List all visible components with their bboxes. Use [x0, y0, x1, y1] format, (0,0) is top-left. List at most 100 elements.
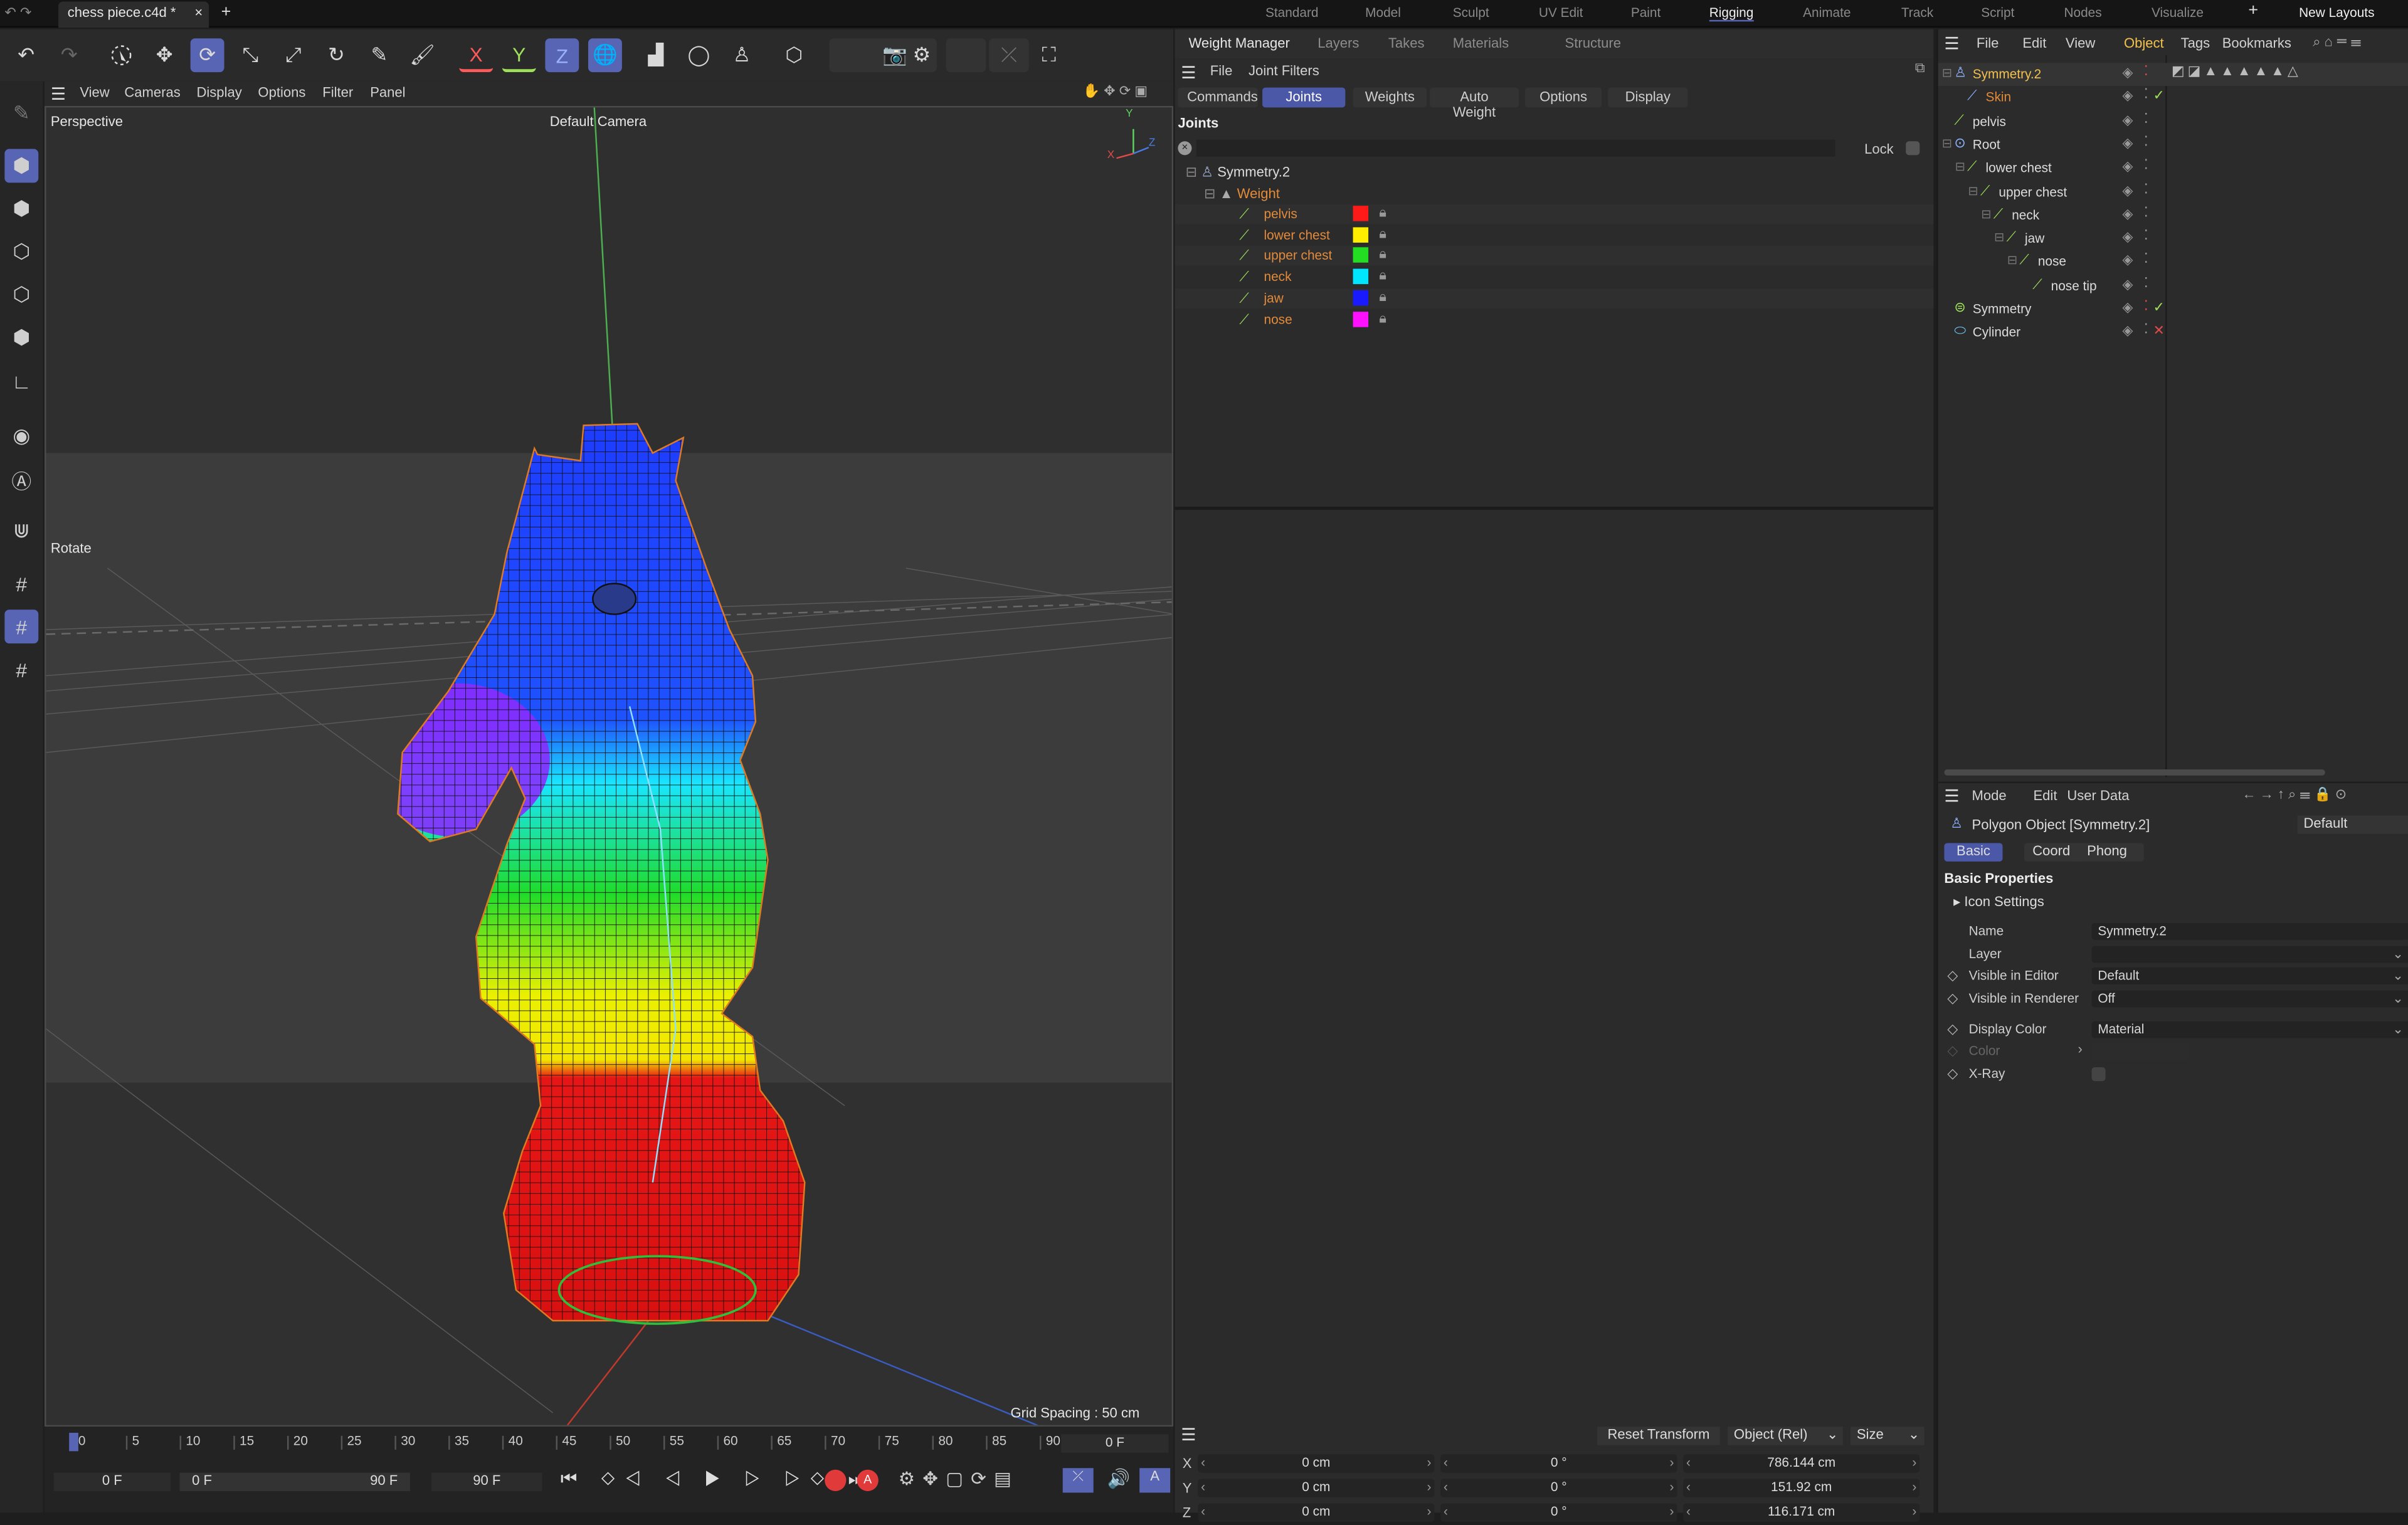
layer-icon[interactable]: ◈: [2123, 276, 2133, 293]
om-menu-item[interactable]: View: [2066, 35, 2095, 50]
keyframe-diamond-icon[interactable]: ◇: [1947, 1066, 1958, 1083]
layout-tab[interactable]: Paint: [1631, 4, 1661, 19]
viewport-menu-icon[interactable]: ☰: [51, 85, 66, 104]
expand-icon[interactable]: ⊟: [1942, 66, 1952, 80]
panel-tab[interactable]: Layers: [1318, 35, 1359, 50]
layout-tab[interactable]: Model: [1365, 4, 1401, 19]
coord-field-rot[interactable]: ‹ 0 ° ›: [1440, 1454, 1677, 1473]
character-icon[interactable]: ♙: [725, 38, 759, 72]
layer-icon[interactable]: ◈: [2123, 253, 2133, 270]
color-field[interactable]: [2091, 1042, 2189, 1060]
layer-icon[interactable]: ◈: [2123, 182, 2133, 199]
viewport-menu-item[interactable]: View: [80, 85, 109, 100]
increment-arrow-icon[interactable]: ›: [1669, 1504, 1674, 1519]
object-row[interactable]: ⟋ Skin ◈ ⁚ ✓: [1938, 87, 2408, 110]
increment-arrow-icon[interactable]: ›: [1427, 1479, 1432, 1494]
range-slider[interactable]: 0 F 90 F: [179, 1472, 410, 1491]
render-view-icon[interactable]: ⤫: [989, 38, 1029, 73]
document-tab[interactable]: chess piece.c4d * ×: [58, 1, 209, 28]
x-axis-lock-button[interactable]: X: [459, 38, 494, 73]
increment-arrow-icon[interactable]: ›: [1912, 1504, 1916, 1519]
object-row[interactable]: ⊟ ⟋ upper chest ◈ ⁚: [1938, 181, 2408, 204]
visibility-dots[interactable]: ⁚: [2144, 63, 2148, 80]
joint-row[interactable]: ⟋ pelvis 🔒︎: [1175, 204, 1934, 224]
joint-color-swatch[interactable]: [1353, 268, 1369, 285]
preset-select[interactable]: Default: [2297, 815, 2408, 834]
coord-field-rot[interactable]: ‹ 0 ° ›: [1440, 1503, 1677, 1522]
transform-tool-icon[interactable]: ⤢: [277, 38, 310, 72]
layout-tab[interactable]: Standard: [1265, 4, 1318, 19]
weight-brush-icon[interactable]: 🖌: [406, 38, 440, 72]
coord-field-pos[interactable]: ‹ 0 cm ›: [1198, 1479, 1435, 1497]
expand-icon[interactable]: ⊟: [1981, 207, 1991, 221]
subtab-display[interactable]: Display: [1608, 87, 1688, 108]
expand-icon[interactable]: ⊟: [1994, 231, 2004, 245]
z-axis-lock-button[interactable]: Z: [545, 38, 579, 73]
3d-viewport[interactable]: Perspective Default Camera Rotate Y X Z …: [45, 105, 1174, 1427]
coord-field-pos[interactable]: ‹ 0 cm ›: [1198, 1454, 1435, 1473]
weight-tag-row[interactable]: ⊟ ▲ Weight: [1204, 186, 1280, 203]
layer-icon[interactable]: ◈: [2123, 300, 2133, 317]
attribute-value[interactable]: ⌄: [2091, 946, 2408, 963]
sphere-icon[interactable]: ◯: [682, 38, 716, 72]
add-layout-icon[interactable]: +: [2248, 1, 2258, 19]
tweak-mode-icon[interactable]: Ⓐ: [4, 462, 38, 496]
joint-row[interactable]: ⟋ lower chest 🔒︎: [1175, 225, 1934, 246]
om-menu-item[interactable]: Object: [2124, 35, 2164, 50]
panel-tab[interactable]: Weight Manager: [1189, 35, 1290, 50]
visibility-dots[interactable]: ⁚: [2144, 322, 2148, 339]
layout-tab[interactable]: Rigging: [1709, 4, 1754, 22]
layer-icon[interactable]: ◈: [2123, 135, 2133, 152]
panel-tab[interactable]: Takes: [1388, 35, 1425, 50]
coordinate-mode-select[interactable]: Object (Rel) ⌄: [1728, 1427, 1843, 1445]
am-menu-item[interactable]: User Data: [2067, 788, 2129, 803]
model-mode-icon[interactable]: ⬢: [4, 149, 39, 183]
decrement-arrow-icon[interactable]: ‹: [1686, 1479, 1691, 1494]
attribute-tab[interactable]: Phong: [2070, 843, 2144, 862]
select-tool-icon[interactable]: [105, 38, 139, 72]
end-frame-field[interactable]: 90 F: [431, 1472, 542, 1491]
om-tools-icons[interactable]: ⌕ ⌂ ⚌ ☰: [2313, 34, 2361, 51]
increment-arrow-icon[interactable]: ›: [1669, 1479, 1674, 1494]
soft-selection-icon[interactable]: ↻: [319, 38, 353, 72]
layout-tab[interactable]: Track: [1901, 4, 1933, 19]
om-menu-item[interactable]: File: [1977, 35, 1999, 50]
timeline-ruler[interactable]: 0 5 10 15 20 25 30 35 40 45 50 55 60 65 70 75 80 85 90: [45, 1430, 1089, 1451]
object-row[interactable]: ⊟ ⟋ jaw ◈ ⁚: [1938, 228, 2408, 251]
layer-icon[interactable]: ◈: [2123, 65, 2133, 82]
color-expand-icon[interactable]: ›: [2078, 1041, 2082, 1056]
tree-root[interactable]: ⊟ ♙ Symmetry.2: [1186, 164, 1291, 181]
joint-row[interactable]: ⟋ neck 🔒︎: [1175, 267, 1934, 288]
subtab-joints[interactable]: Joints: [1262, 87, 1346, 108]
increment-arrow-icon[interactable]: ›: [1912, 1479, 1916, 1494]
decrement-arrow-icon[interactable]: ‹: [1444, 1454, 1448, 1469]
coord-field-size[interactable]: ‹ 786.144 cm ›: [1683, 1454, 1920, 1473]
undo-history-icon[interactable]: ↶ ↷: [4, 4, 31, 21]
polygons-mode-icon[interactable]: ⬢: [4, 321, 38, 355]
y-axis-lock-button[interactable]: Y: [502, 38, 536, 73]
move-tool-icon[interactable]: ✥: [147, 38, 181, 72]
attribute-value[interactable]: Default ⌄: [2091, 967, 2408, 984]
layout-tab[interactable]: Nodes: [2064, 4, 2101, 19]
joint-lock-icon[interactable]: 🔒︎: [1379, 288, 1386, 305]
joint-row[interactable]: ⟋ nose 🔒︎: [1175, 309, 1934, 330]
viewport-menu-item[interactable]: Cameras: [124, 85, 180, 100]
texture-mode-icon[interactable]: ⬢: [4, 192, 38, 226]
new-document-button[interactable]: +: [221, 3, 231, 21]
lock-checkbox[interactable]: [1906, 141, 1920, 156]
wm-menu-icon[interactable]: ☰: [1181, 63, 1196, 83]
joint-lock-icon[interactable]: 🔒︎: [1379, 204, 1386, 221]
panel-tab[interactable]: Structure: [1565, 35, 1621, 50]
split-handle[interactable]: [1175, 507, 1934, 510]
visibility-dots[interactable]: ⁚: [2144, 298, 2148, 315]
reset-transform-button[interactable]: Reset Transform: [1597, 1427, 1720, 1445]
layout-tab[interactable]: Visualize: [2152, 4, 2204, 19]
object-row[interactable]: ⊟ ⟋ neck ◈ ⁚: [1938, 204, 2408, 227]
workplane-auto-icon[interactable]: #: [4, 653, 38, 687]
expand-icon[interactable]: ⊟: [2007, 254, 2017, 268]
joint-color-swatch[interactable]: [1353, 226, 1369, 243]
object-row[interactable]: ⊟ ⟋ nose ◈ ⁚: [1938, 251, 2408, 274]
camera-label[interactable]: Default Camera: [550, 113, 647, 129]
autokey-icon[interactable]: A: [857, 1469, 879, 1491]
visibility-dots[interactable]: ⁚: [2144, 204, 2148, 221]
